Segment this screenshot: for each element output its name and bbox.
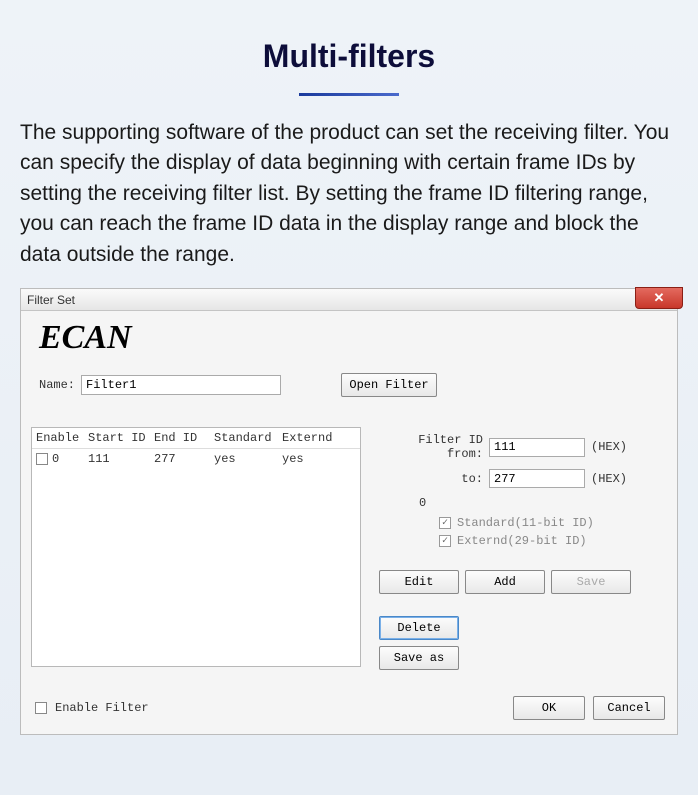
standard-check-row: Standard(11-bit ID) (379, 516, 667, 530)
name-label: Name: (39, 378, 75, 392)
cell-standard: yes (214, 452, 282, 466)
cell-externd: yes (282, 452, 338, 466)
col-end: End ID (154, 431, 214, 445)
filter-to-label: to: (379, 472, 489, 486)
button-row-1: Edit Add Save (379, 570, 667, 594)
enable-filter-label: Enable Filter (55, 701, 149, 715)
cell-enable: 0 (36, 452, 88, 466)
save-button[interactable]: Save (551, 570, 631, 594)
content-area: Enable Start ID End ID Standard Externd … (21, 407, 677, 686)
standard-label: Standard(11-bit ID) (457, 516, 594, 530)
externd-label: Externd(29-bit ID) (457, 534, 587, 548)
filter-dialog: Filter Set ECAN Name: Open Filter Enable… (20, 288, 678, 735)
right-panel: Filter ID from: (HEX) to: (HEX) 0 Standa… (379, 427, 667, 676)
cell-end: 277 (154, 452, 214, 466)
brand-label: ECAN (21, 311, 677, 369)
row-checkbox[interactable] (36, 453, 48, 465)
page-description: The supporting software of the product c… (0, 96, 698, 270)
filter-table: Enable Start ID End ID Standard Externd … (31, 427, 361, 667)
close-icon[interactable] (635, 287, 683, 309)
hex-suffix-from: (HEX) (591, 440, 627, 454)
edit-button[interactable]: Edit (379, 570, 459, 594)
add-button[interactable]: Add (465, 570, 545, 594)
filter-to-input[interactable] (489, 469, 585, 488)
button-row-2: Delete (379, 616, 667, 640)
col-externd: Externd (282, 431, 338, 445)
filter-from-input[interactable] (489, 438, 585, 457)
cancel-button[interactable]: Cancel (593, 696, 665, 720)
col-start: Start ID (88, 431, 154, 445)
col-standard: Standard (214, 431, 282, 445)
filter-from-row: Filter ID from: (HEX) (379, 433, 667, 461)
name-input[interactable] (81, 375, 281, 395)
standard-checkbox[interactable] (439, 517, 451, 529)
save-as-button[interactable]: Save as (379, 646, 459, 670)
table-row[interactable]: 0 111 277 yes yes (32, 449, 360, 469)
filter-to-row: to: (HEX) (379, 469, 667, 488)
externd-checkbox[interactable] (439, 535, 451, 547)
externd-check-row: Externd(29-bit ID) (379, 534, 667, 548)
ok-button[interactable]: OK (513, 696, 585, 720)
zero-label: 0 (379, 496, 667, 510)
table-header: Enable Start ID End ID Standard Externd (32, 428, 360, 449)
button-row-3: Save as (379, 646, 667, 670)
cell-start: 111 (88, 452, 154, 466)
col-enable: Enable (36, 431, 88, 445)
hex-suffix-to: (HEX) (591, 472, 627, 486)
bottom-bar: Enable Filter OK Cancel (21, 686, 677, 734)
name-row: Name: Open Filter (21, 369, 677, 407)
open-filter-button[interactable]: Open Filter (341, 373, 437, 397)
filter-from-label: Filter ID from: (379, 433, 489, 461)
page-title: Multi-filters (0, 0, 698, 75)
delete-button[interactable]: Delete (379, 616, 459, 640)
titlebar: Filter Set (21, 289, 677, 311)
enable-filter-checkbox[interactable] (35, 702, 47, 714)
dialog-title: Filter Set (27, 293, 75, 307)
